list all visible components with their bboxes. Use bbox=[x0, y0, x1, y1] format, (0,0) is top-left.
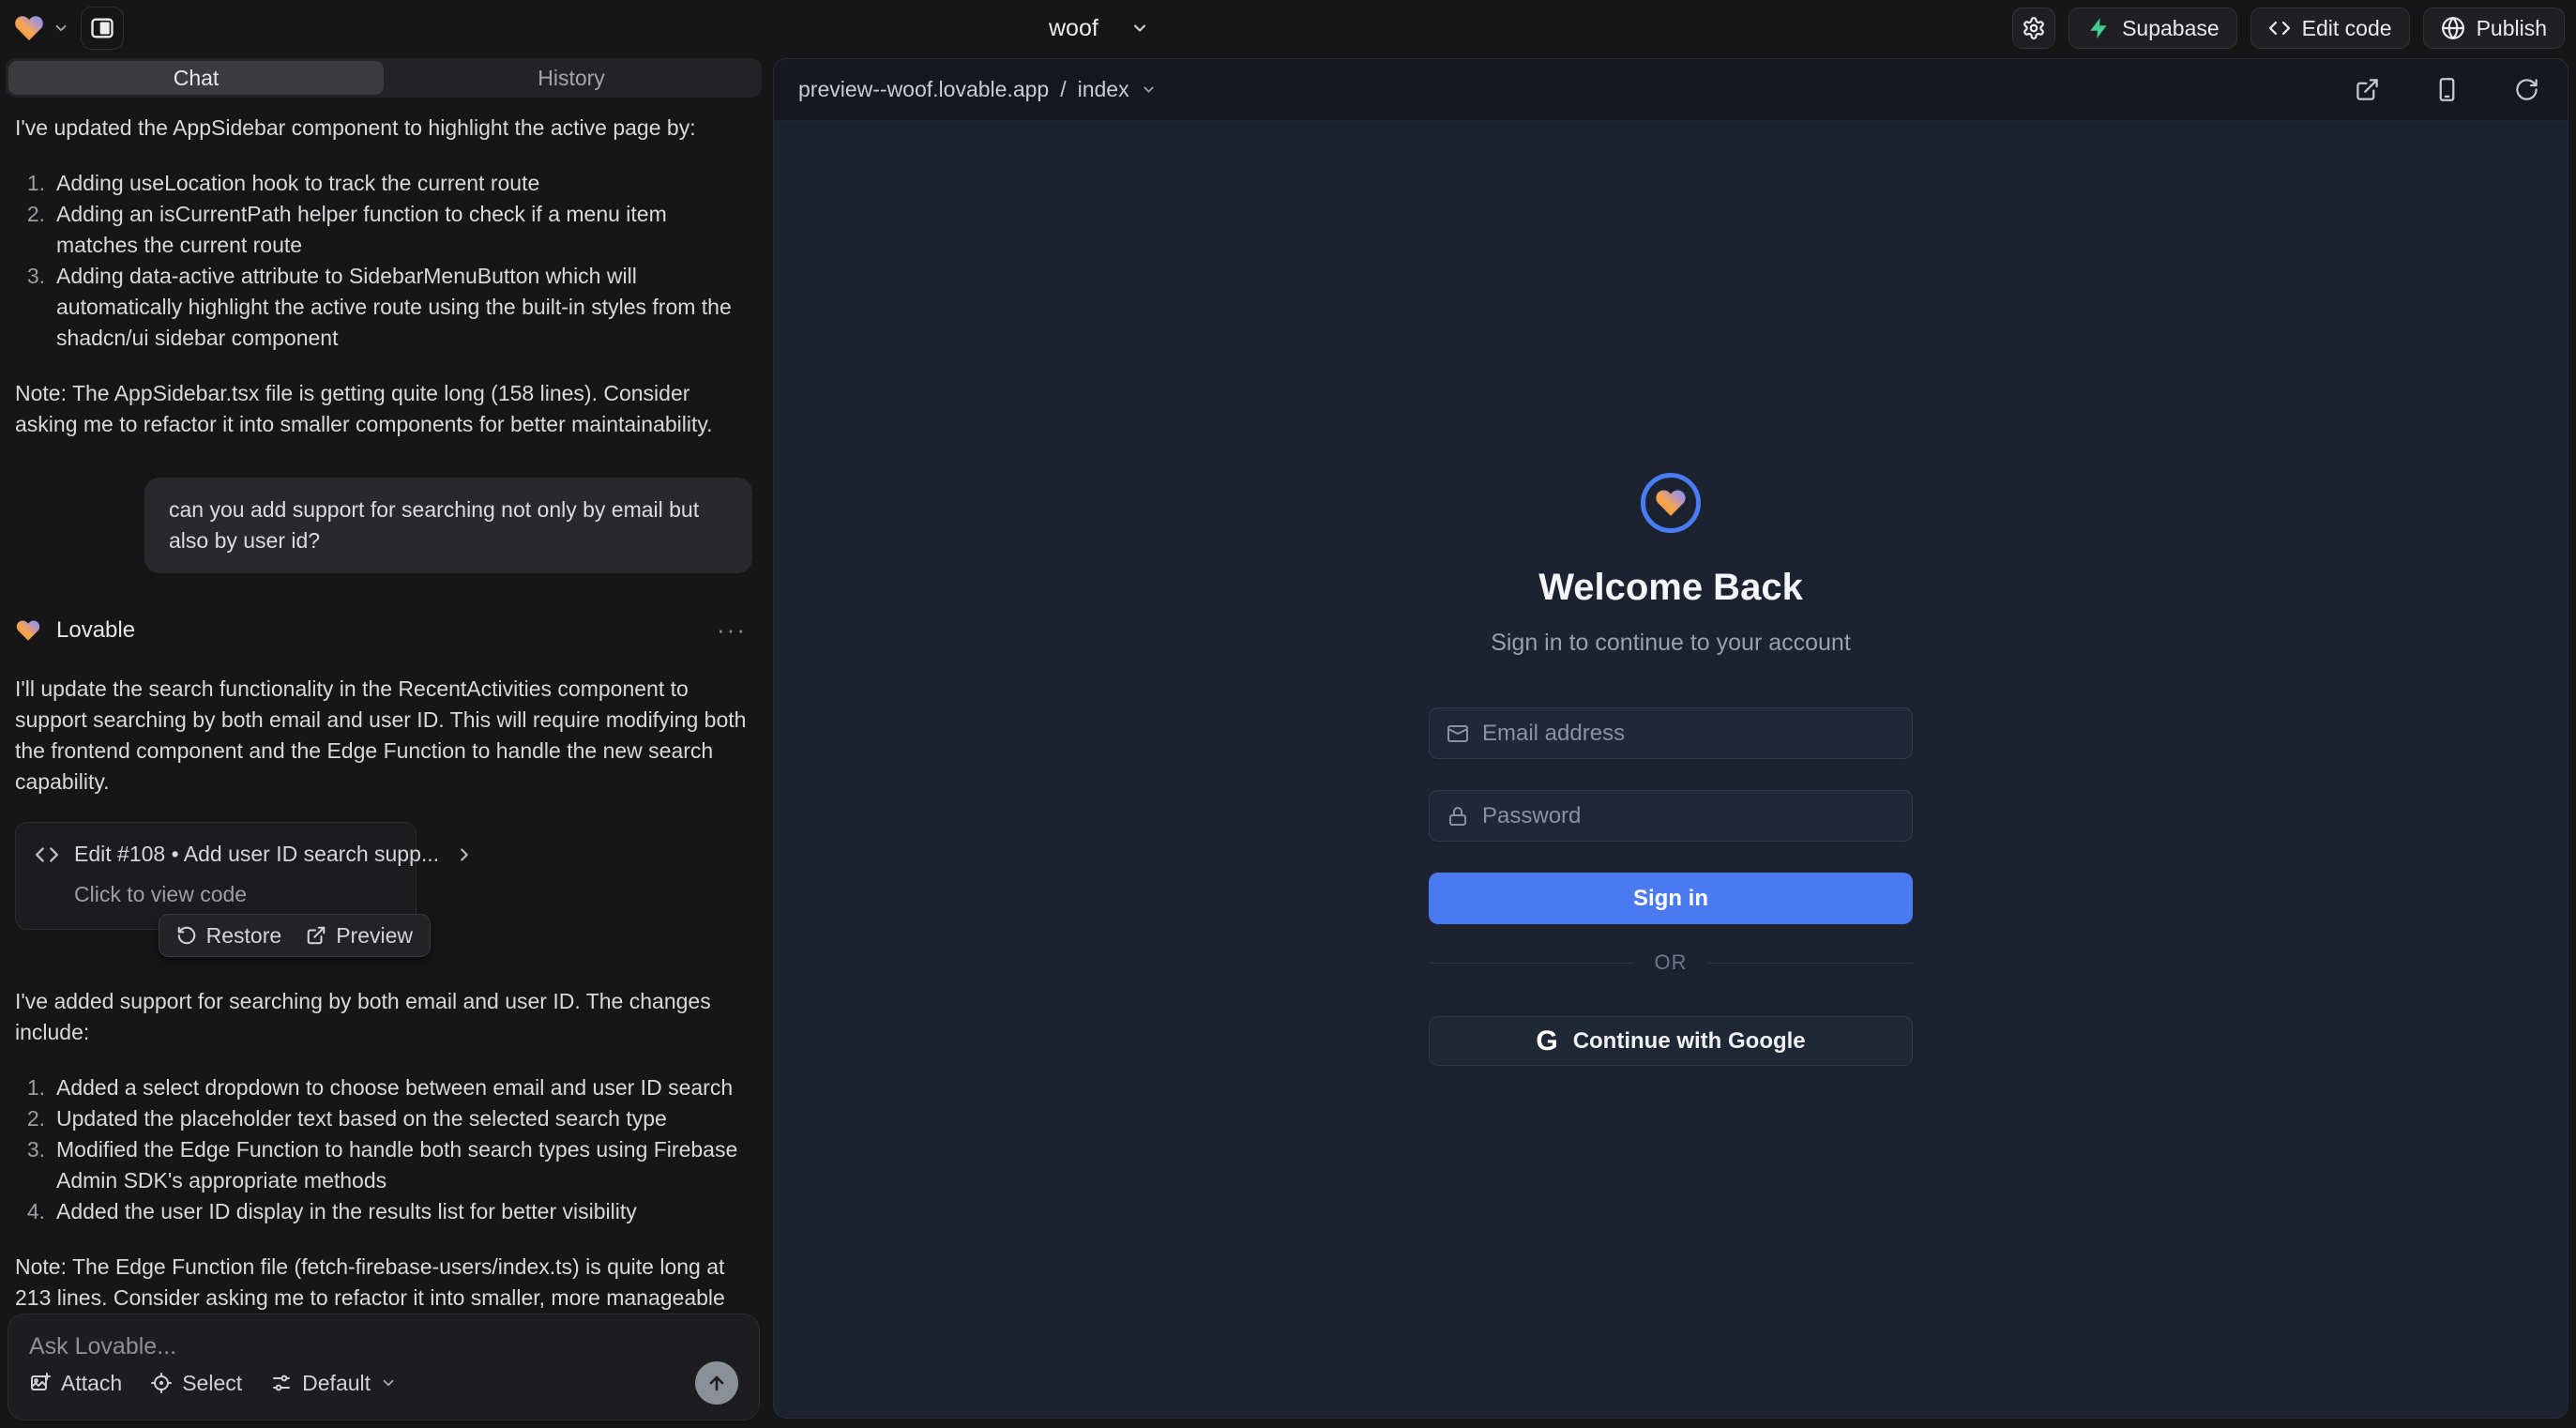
email-field-wrap bbox=[1429, 707, 1913, 759]
chat-panel: Chat History I've updated the AppSidebar… bbox=[0, 56, 767, 1428]
code-icon bbox=[2268, 17, 2291, 39]
tab-history[interactable]: History bbox=[384, 61, 759, 95]
message-list[interactable]: I've updated the AppSidebar component to… bbox=[0, 98, 767, 1314]
lovable-heart-icon bbox=[13, 12, 45, 44]
external-link-icon bbox=[306, 925, 326, 946]
list-item: 1.Adding useLocation hook to track the c… bbox=[15, 168, 752, 199]
email-field[interactable] bbox=[1482, 721, 1895, 747]
globe-icon bbox=[2441, 16, 2465, 40]
chevron-right-icon bbox=[454, 844, 475, 865]
send-button[interactable] bbox=[695, 1361, 738, 1405]
refresh-icon bbox=[2514, 77, 2539, 102]
edit-card-title: Edit #108 • Add user ID search supp... bbox=[74, 839, 439, 870]
lovable-logo-menu[interactable] bbox=[11, 8, 71, 48]
numbered-list: 1.Adding useLocation hook to track the c… bbox=[15, 168, 752, 354]
preview-viewport: Welcome Back Sign in to continue to your… bbox=[774, 121, 2568, 1418]
mode-selector[interactable]: Default bbox=[270, 1371, 397, 1396]
code-icon bbox=[35, 843, 59, 867]
restore-icon bbox=[176, 925, 197, 946]
assistant-paragraph: I've updated the AppSidebar component to… bbox=[15, 113, 752, 144]
supabase-icon bbox=[2086, 16, 2111, 40]
lovable-heart-icon bbox=[15, 617, 41, 644]
attach-button[interactable]: Attach bbox=[29, 1371, 122, 1396]
target-icon bbox=[150, 1372, 173, 1394]
signin-button[interactable]: Sign in bbox=[1429, 873, 1913, 924]
sidebar-panel-icon bbox=[89, 15, 115, 41]
settings-button[interactable] bbox=[2012, 8, 2055, 49]
top-bar: woof Supabase Edit code Publish bbox=[0, 0, 2576, 56]
preview-panel: preview--woof.lovable.app / index bbox=[773, 58, 2568, 1419]
assistant-message-header: Lovable ··· bbox=[15, 615, 752, 646]
tab-chat[interactable]: Chat bbox=[8, 61, 384, 95]
mobile-view-button[interactable] bbox=[2431, 73, 2463, 106]
divider-line bbox=[1708, 963, 1914, 964]
heart-icon bbox=[1654, 486, 1688, 520]
more-options-button[interactable]: ··· bbox=[711, 615, 752, 646]
app-logo bbox=[1641, 473, 1701, 533]
password-field-wrap bbox=[1429, 790, 1913, 842]
list-item: 3.Adding data-active attribute to Sideba… bbox=[15, 261, 752, 354]
smartphone-icon bbox=[2434, 77, 2460, 102]
signin-subtitle: Sign in to continue to your account bbox=[1491, 630, 1851, 657]
project-menu[interactable]: woof bbox=[1049, 0, 1149, 56]
supabase-button[interactable]: Supabase bbox=[2068, 8, 2237, 49]
arrow-up-icon bbox=[705, 1372, 728, 1394]
image-plus-icon bbox=[29, 1372, 52, 1394]
toggle-sidebar-button[interactable] bbox=[81, 7, 124, 50]
assistant-note: Note: The AppSidebar.tsx file is getting… bbox=[15, 378, 752, 440]
composer: Attach Select Default bbox=[8, 1314, 760, 1420]
restore-button[interactable]: Restore bbox=[176, 923, 282, 949]
assistant-name: Lovable bbox=[56, 615, 135, 646]
signin-card: Welcome Back Sign in to continue to your… bbox=[1429, 473, 1913, 1066]
edit-code-button[interactable]: Edit code bbox=[2250, 8, 2410, 49]
assistant-note: Note: The Edge Function file (fetch-fire… bbox=[15, 1252, 752, 1314]
password-field[interactable] bbox=[1482, 803, 1895, 829]
chevron-down-icon bbox=[1141, 82, 1157, 98]
divider-line bbox=[1429, 963, 1634, 964]
chevron-down-icon bbox=[1130, 19, 1149, 38]
gear-icon bbox=[2022, 16, 2046, 40]
google-icon: G bbox=[1536, 1025, 1557, 1057]
open-in-new-tab-button[interactable] bbox=[2351, 73, 2384, 106]
chevron-down-icon bbox=[53, 20, 69, 37]
list-item: 1.Added a select dropdown to choose betw… bbox=[15, 1072, 752, 1103]
user-message-bubble: can you add support for searching not on… bbox=[144, 478, 752, 573]
google-signin-button[interactable]: G Continue with Google bbox=[1429, 1016, 1913, 1066]
preview-url-menu[interactable]: preview--woof.lovable.app / index bbox=[798, 77, 1157, 102]
project-name: woof bbox=[1049, 15, 1099, 42]
mail-icon bbox=[1447, 722, 1469, 745]
list-item: 3.Modified the Edge Function to handle b… bbox=[15, 1134, 752, 1196]
publish-button[interactable]: Publish bbox=[2423, 8, 2565, 49]
numbered-list: 1.Added a select dropdown to choose betw… bbox=[15, 1072, 752, 1227]
list-item: 2.Adding an isCurrentPath helper functio… bbox=[15, 199, 752, 261]
external-link-icon bbox=[2355, 77, 2380, 102]
preview-domain: preview--woof.lovable.app bbox=[798, 77, 1049, 102]
edit-card-subtitle: Click to view code bbox=[74, 879, 397, 910]
signin-title: Welcome Back bbox=[1538, 567, 1803, 609]
list-item: 4.Added the user ID display in the resul… bbox=[15, 1196, 752, 1227]
preview-url-bar: preview--woof.lovable.app / index bbox=[774, 59, 2568, 121]
sliders-icon bbox=[270, 1372, 293, 1394]
select-element-button[interactable]: Select bbox=[150, 1371, 242, 1396]
path-separator: / bbox=[1060, 77, 1066, 102]
assistant-paragraph: I'll update the search functionality in … bbox=[15, 674, 752, 798]
edit-version-card[interactable]: Edit #108 • Add user ID search supp... C… bbox=[15, 822, 417, 930]
preview-page: index bbox=[1078, 77, 1129, 102]
assistant-paragraph: I've added support for searching by both… bbox=[15, 986, 752, 1048]
list-item: 2.Updated the placeholder text based on … bbox=[15, 1103, 752, 1134]
chevron-down-icon bbox=[380, 1375, 397, 1391]
chat-history-tabs: Chat History bbox=[6, 58, 762, 98]
or-divider: OR bbox=[1429, 950, 1913, 975]
preview-button[interactable]: Preview bbox=[306, 923, 413, 949]
lock-icon bbox=[1447, 805, 1469, 828]
version-actions-bar: Restore Preview bbox=[159, 914, 431, 957]
chat-input[interactable] bbox=[29, 1333, 738, 1360]
refresh-button[interactable] bbox=[2510, 73, 2543, 106]
